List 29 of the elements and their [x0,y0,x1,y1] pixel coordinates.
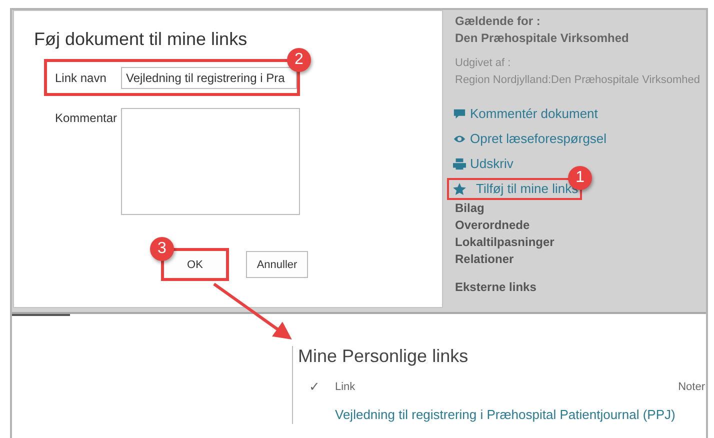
section-heading[interactable]: Lokaltilpasninger [455,234,700,251]
column-header[interactable]: ✓ [309,379,335,394]
document-link[interactable]: Vejledning til registrering i Præhospital Patientjournal (PPJ) [335,407,676,422]
action-link[interactable]: Udskriv [453,155,514,173]
column-header[interactable]: Link [335,380,678,392]
info-label: Udgivet af : [455,56,512,71]
field-label: Link navn [55,70,108,84]
section-heading[interactable]: Bilag [455,200,700,217]
printer-icon [453,158,466,170]
speech-bubble-icon [453,108,466,120]
section-heading[interactable]: Relationer [455,251,700,268]
column-header[interactable]: Noter [678,380,705,392]
action-link[interactable]: Opret læseforespørgsel [453,130,607,148]
eye-icon [453,133,466,145]
star-icon [453,183,466,195]
section-heading[interactable]: Eksterne links [455,279,700,296]
info-label: Gældende for : [455,13,542,30]
dialog-title: Føj dokument til mine links [34,29,248,50]
info-value: Den Præhospitale Virksomhed [455,30,630,47]
comment-field[interactable] [121,108,300,215]
dialog-button[interactable]: Annuller [246,251,308,278]
step-badge: 3 [150,237,174,261]
section-heading[interactable]: Overordnede [455,217,700,234]
action-link[interactable]: Kommentér dokument [453,105,598,123]
section-title: Mine Personlige links [298,346,470,367]
info-value: Region Nordjylland:Den Præhospitale Virksomhed [455,73,700,88]
step-badge: 2 [287,48,311,72]
input-field[interactable]: Vejledning til registrering i Pra [121,66,297,88]
field-label: Kommentar [55,111,118,125]
